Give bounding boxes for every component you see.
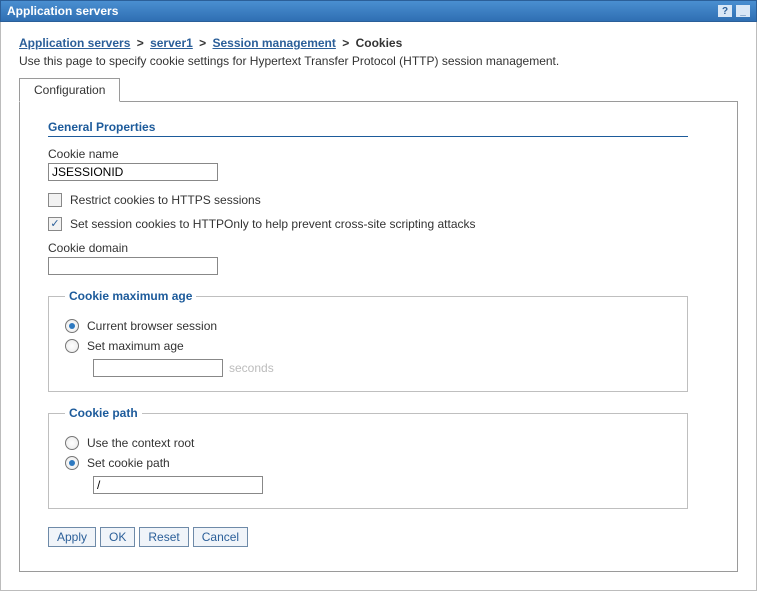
breadcrumb-current: Cookies <box>356 36 403 50</box>
restrict-https-label: Restrict cookies to HTTPS sessions <box>70 193 261 207</box>
breadcrumb-sep: > <box>342 36 349 50</box>
radio-current-session-label: Current browser session <box>87 319 217 333</box>
button-row: Apply OK Reset Cancel <box>48 527 709 547</box>
group-cookie-max-age: Cookie maximum age Current browser sessi… <box>48 289 688 392</box>
cookie-domain-label: Cookie domain <box>48 241 709 255</box>
breadcrumb: Application servers > server1 > Session … <box>19 36 738 50</box>
radio-set-max-age[interactable] <box>65 339 79 353</box>
ok-button[interactable]: OK <box>100 527 135 547</box>
radio-use-context-root[interactable] <box>65 436 79 450</box>
cancel-button[interactable]: Cancel <box>193 527 248 547</box>
cookie-name-label: Cookie name <box>48 147 709 161</box>
page-description: Use this page to specify cookie settings… <box>19 54 738 68</box>
radio-use-context-root-label: Use the context root <box>87 436 194 450</box>
titlebar: Application servers ? _ <box>0 0 757 22</box>
seconds-unit-label: seconds <box>229 361 274 375</box>
cookie-path-legend: Cookie path <box>65 406 142 420</box>
field-cookie-domain: Cookie domain <box>48 241 709 275</box>
max-age-seconds-input[interactable] <box>93 359 223 377</box>
restrict-https-checkbox[interactable] <box>48 193 62 207</box>
cookie-max-age-legend: Cookie maximum age <box>65 289 196 303</box>
breadcrumb-session-mgmt[interactable]: Session management <box>213 36 336 50</box>
titlebar-title: Application servers <box>7 4 118 18</box>
section-general-properties: General Properties <box>48 120 688 137</box>
radio-current-session[interactable] <box>65 319 79 333</box>
group-cookie-path: Cookie path Use the context root Set coo… <box>48 406 688 509</box>
help-icon[interactable]: ? <box>718 5 732 17</box>
field-restrict-https: Restrict cookies to HTTPS sessions <box>48 193 709 207</box>
breadcrumb-app-servers[interactable]: Application servers <box>19 36 130 50</box>
httponly-checkbox[interactable] <box>48 217 62 231</box>
cookie-domain-input[interactable] <box>48 257 218 275</box>
field-cookie-name: Cookie name <box>48 147 709 181</box>
breadcrumb-sep: > <box>137 36 144 50</box>
cookie-path-input[interactable] <box>93 476 263 494</box>
field-httponly: Set session cookies to HTTPOnly to help … <box>48 217 709 231</box>
tab-panel-configuration: General Properties Cookie name Restrict … <box>19 101 738 572</box>
minimize-icon[interactable]: _ <box>736 5 750 17</box>
cookie-name-input[interactable] <box>48 163 218 181</box>
apply-button[interactable]: Apply <box>48 527 96 547</box>
reset-button[interactable]: Reset <box>139 527 188 547</box>
radio-set-cookie-path[interactable] <box>65 456 79 470</box>
radio-set-cookie-path-label: Set cookie path <box>87 456 170 470</box>
tab-bar: Configuration <box>19 78 738 102</box>
tab-configuration[interactable]: Configuration <box>19 78 120 102</box>
breadcrumb-server1[interactable]: server1 <box>150 36 193 50</box>
breadcrumb-sep: > <box>199 36 206 50</box>
radio-set-max-age-label: Set maximum age <box>87 339 184 353</box>
page-body: Application servers > server1 > Session … <box>0 22 757 591</box>
httponly-label: Set session cookies to HTTPOnly to help … <box>70 217 476 231</box>
